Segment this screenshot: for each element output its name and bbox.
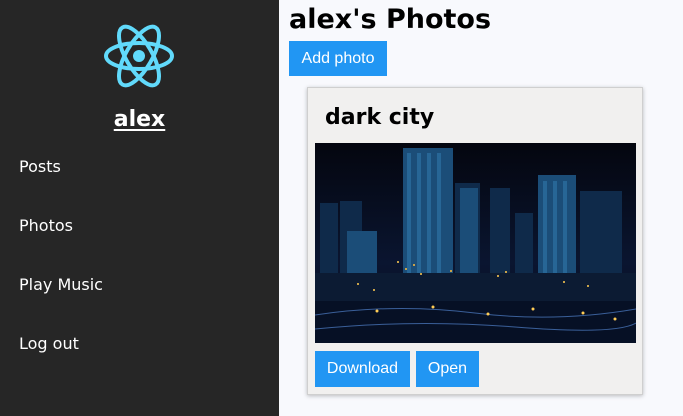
sidebar: alex Posts Photos Play Music Log out bbox=[0, 0, 279, 416]
username-link[interactable]: alex bbox=[0, 107, 279, 132]
nav-item-photos[interactable]: Photos bbox=[19, 216, 73, 235]
add-photo-button[interactable]: Add photo bbox=[289, 41, 387, 76]
photo-image bbox=[315, 143, 636, 343]
page-title: alex's Photos bbox=[289, 4, 492, 35]
nav-item-posts[interactable]: Posts bbox=[19, 157, 61, 176]
nav-item-log-out[interactable]: Log out bbox=[19, 334, 79, 353]
nav-item-play-music[interactable]: Play Music bbox=[19, 275, 103, 294]
open-button[interactable]: Open bbox=[416, 351, 479, 387]
photo-title: dark city bbox=[325, 105, 435, 130]
photo-card: dark city Download Open bbox=[307, 87, 643, 395]
react-atom-icon bbox=[104, 24, 174, 88]
download-button[interactable]: Download bbox=[315, 351, 410, 387]
